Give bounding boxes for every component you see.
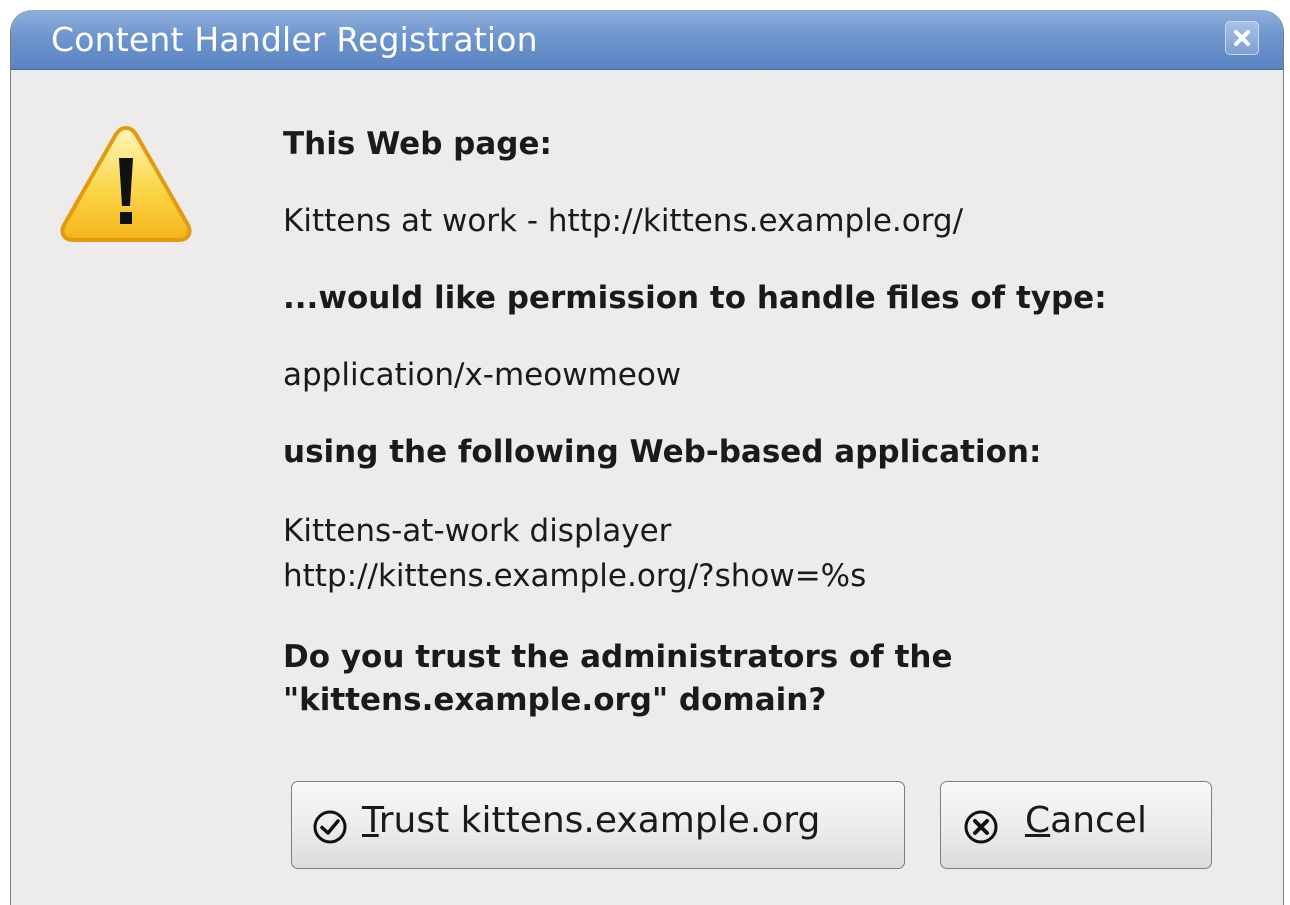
title-bar[interactable]: Content Handler Registration <box>11 10 1283 70</box>
page-heading: This Web page: <box>283 126 552 162</box>
cancel-mnemonic: C <box>1025 800 1051 841</box>
close-icon <box>1234 30 1250 46</box>
dialog-title: Content Handler Registration <box>51 20 538 59</box>
trust-mnemonic: T <box>362 800 379 841</box>
close-button[interactable] <box>1225 21 1259 55</box>
page-value: Kittens at work - http://kittens.example… <box>283 203 964 239</box>
question-line-1: Do you trust the administrators of the <box>283 639 953 675</box>
trust-button-label: Trust kittens.example.org <box>362 800 820 841</box>
trust-label-rest: rust kittens.example.org <box>378 800 821 841</box>
check-circle-icon <box>313 810 347 844</box>
type-heading: ...would like permission to handle files… <box>283 280 1107 316</box>
question-line-2: "kittens.example.org" domain? <box>283 682 827 718</box>
cancel-button-label: Cancel <box>1025 800 1147 841</box>
cancel-button[interactable]: Cancel <box>940 781 1212 869</box>
trust-button[interactable]: Trust kittens.example.org <box>291 781 905 869</box>
app-heading: using the following Web-based applicatio… <box>283 434 1042 470</box>
x-circle-icon <box>964 810 998 844</box>
app-url: http://kittens.example.org/?show=%s <box>283 558 867 594</box>
warning-icon <box>60 126 192 242</box>
type-value: application/x-meowmeow <box>283 357 682 393</box>
app-name: Kittens-at-work displayer <box>283 513 672 549</box>
dialog-window: Content Handler Registration This Web pa… <box>10 10 1284 905</box>
cancel-label-rest: ancel <box>1050 800 1147 841</box>
